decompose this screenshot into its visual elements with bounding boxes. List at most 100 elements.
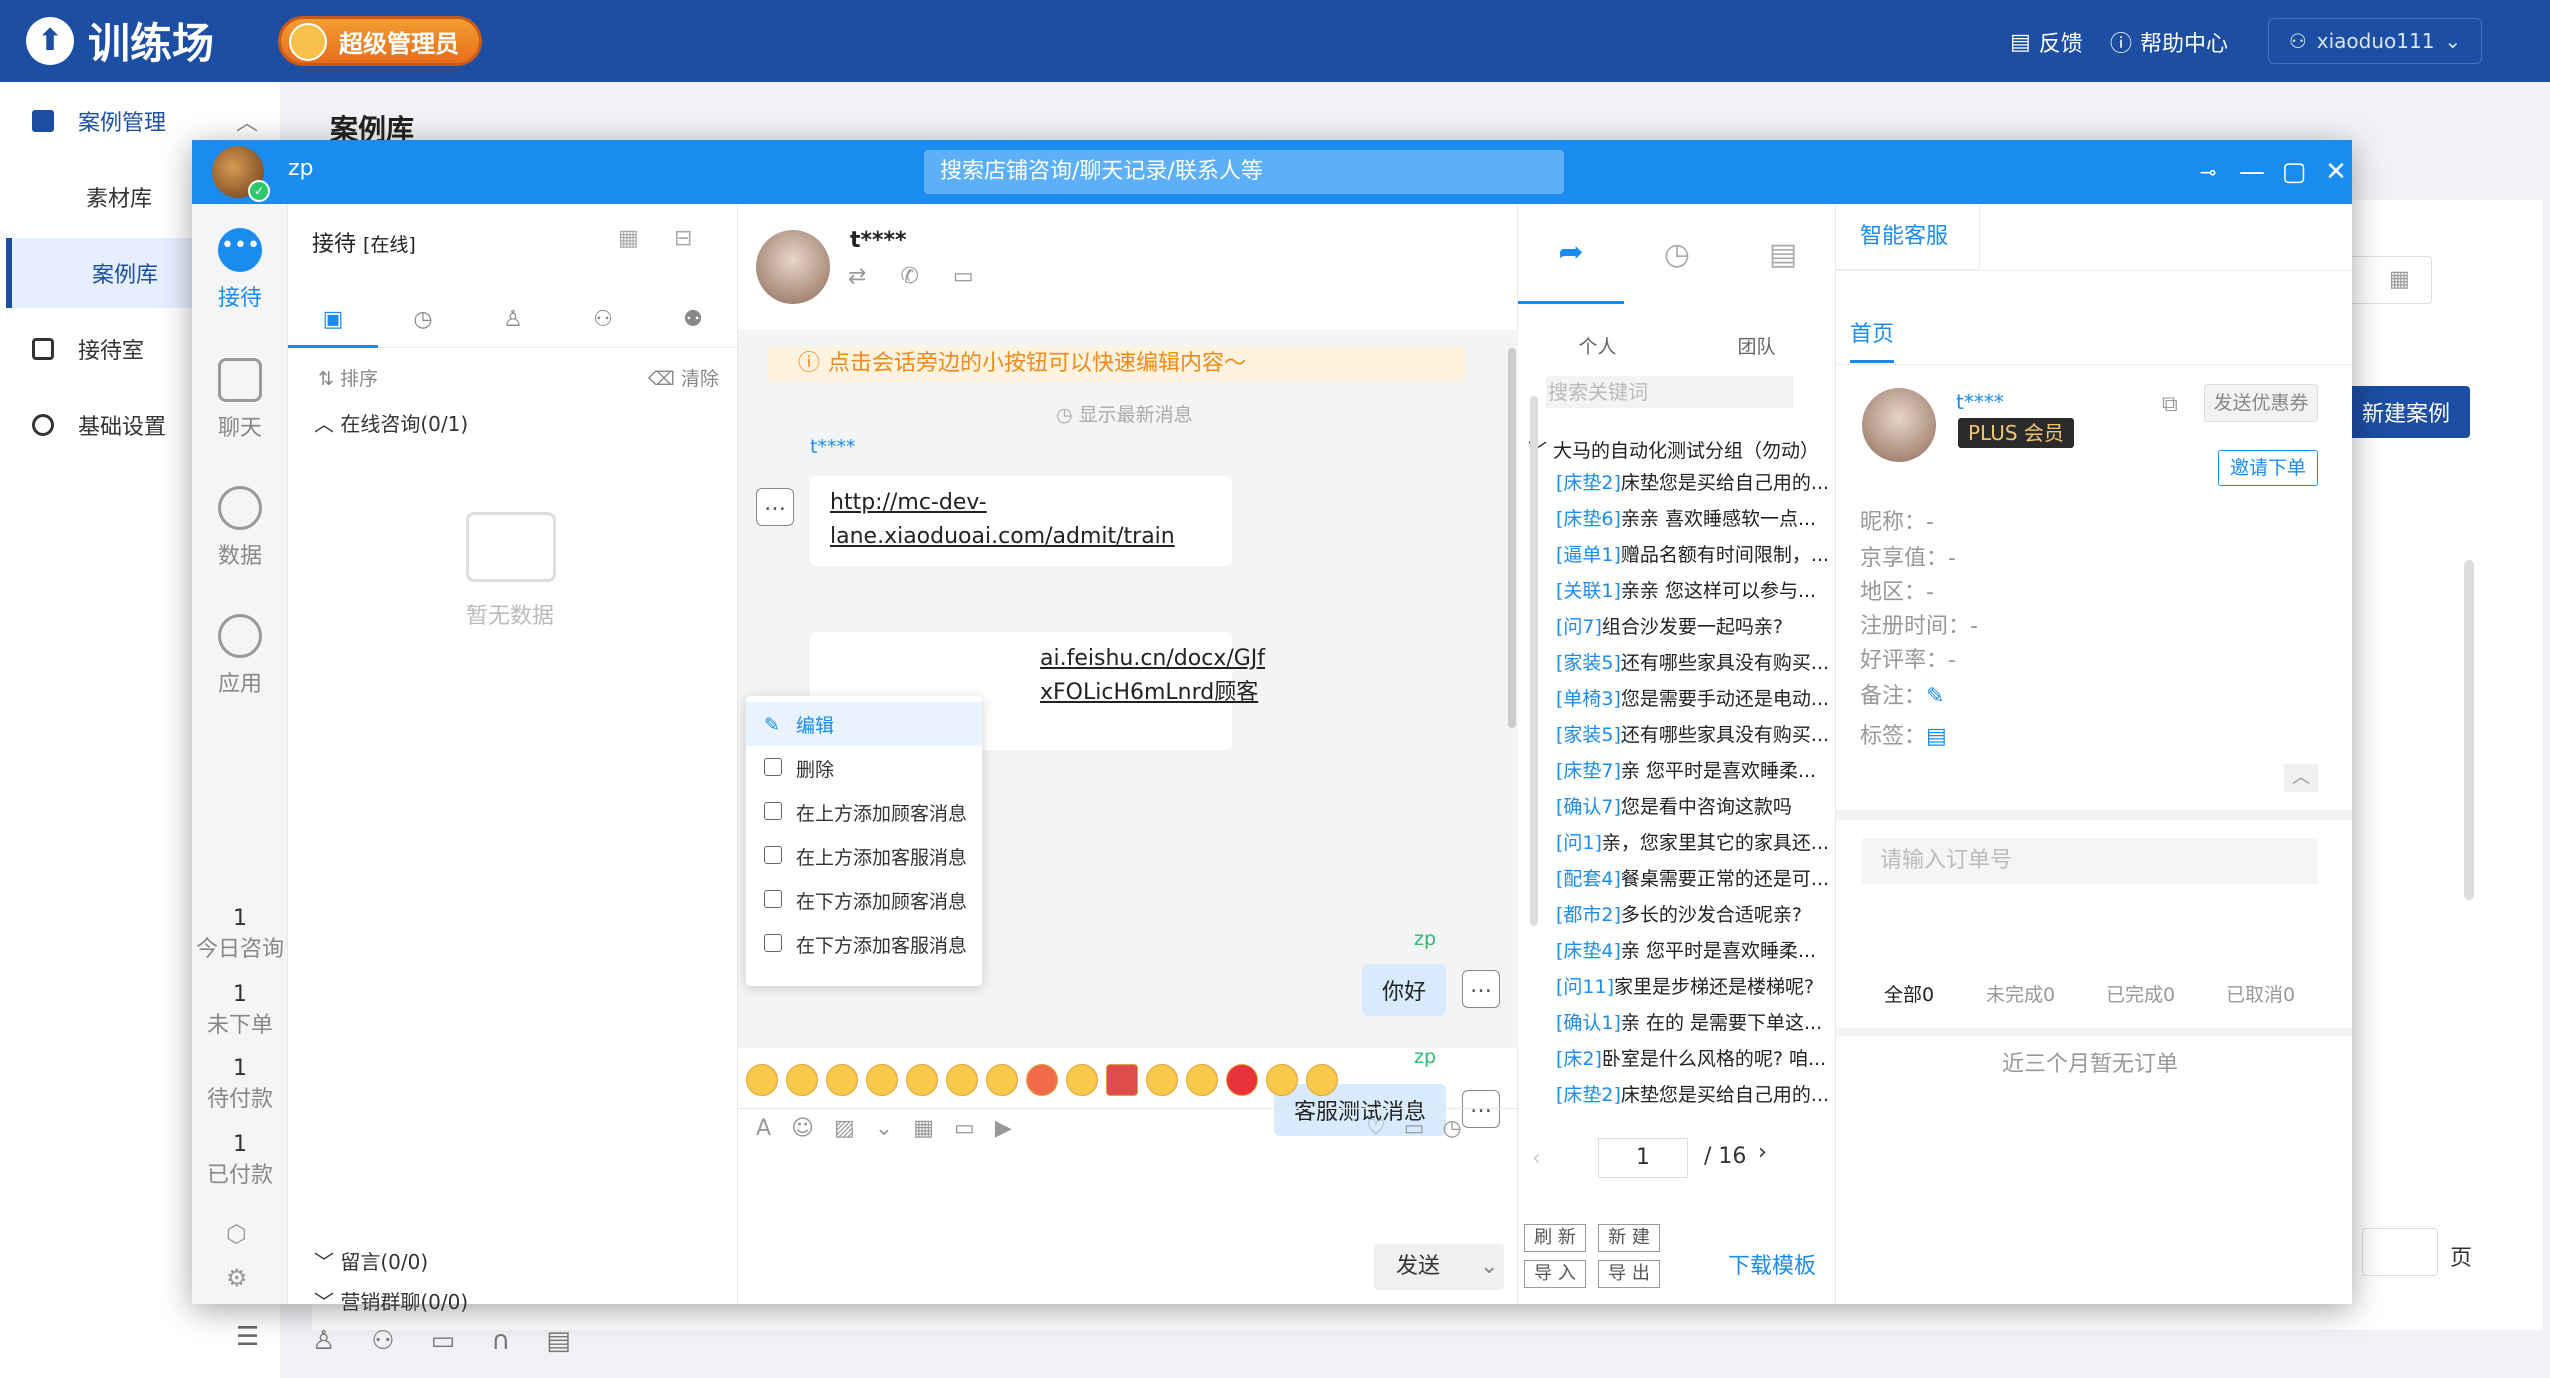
order-number-input[interactable]: 请输入订单号 xyxy=(1862,838,2318,884)
clock-icon[interactable]: ◷ xyxy=(1624,204,1730,304)
agent-message[interactable]: 你好 xyxy=(1362,964,1447,1016)
calendar-add-icon[interactable]: ▦ xyxy=(618,226,639,251)
sort-button[interactable]: ⇅ 排序 xyxy=(318,364,378,391)
emoji-icon[interactable] xyxy=(1066,1064,1098,1096)
cube-icon[interactable]: ⬡ xyxy=(226,1220,247,1248)
scope-personal[interactable]: 个人 xyxy=(1518,332,1677,359)
emoji-icon[interactable] xyxy=(906,1064,938,1096)
new-reply-button[interactable]: 新 建 xyxy=(1598,1224,1660,1252)
tab-home[interactable]: 首页 xyxy=(1850,316,1895,363)
reply-item[interactable]: [家装5]还有哪些家具没有购买... xyxy=(1556,648,1836,675)
reply-item[interactable]: [问11]家里是步梯还是楼梯呢? xyxy=(1556,972,1836,999)
smart-service-title[interactable]: 智能客服 xyxy=(1836,204,1980,270)
keyword-search-input[interactable]: 搜索关键词 xyxy=(1546,376,1794,408)
font-icon[interactable]: A xyxy=(756,1116,771,1141)
emoji-icon[interactable] xyxy=(1266,1064,1298,1096)
tab-history[interactable]: ◷ xyxy=(378,292,468,347)
tag-add-icon[interactable]: ▤ xyxy=(1926,724,1947,749)
show-latest-link[interactable]: ◷ 显示最新消息 xyxy=(1056,400,1193,427)
video-icon[interactable]: ▶ xyxy=(995,1116,1012,1141)
scrollbar[interactable] xyxy=(1530,396,1538,926)
reply-item[interactable]: [床垫6]亲亲 喜欢睡感软一点... xyxy=(1556,504,1836,531)
reply-item[interactable]: [关联1]亲亲 您这样可以参与... xyxy=(1556,576,1836,603)
monitor-icon[interactable]: ▭ xyxy=(431,1326,456,1356)
customer-avatar[interactable] xyxy=(756,230,830,304)
import-button[interactable]: 导 入 xyxy=(1524,1260,1586,1288)
thumbs-up-icon[interactable] xyxy=(1146,1064,1178,1096)
inbox-icon[interactable]: ⊟ xyxy=(674,226,692,251)
menu-add-agent-below[interactable]: 在下方添加客服消息 xyxy=(746,922,982,966)
rail-apps[interactable]: 应用 xyxy=(192,614,288,698)
invite-order-button[interactable]: 邀请下单 xyxy=(2218,450,2318,486)
feedback-link[interactable]: ▤ 反馈 xyxy=(2010,26,2083,58)
scrollbar[interactable] xyxy=(2464,560,2474,900)
emoji-icon[interactable] xyxy=(786,1064,818,1096)
reply-item[interactable]: [床垫2]床垫您是买给自己用的... xyxy=(1556,1080,1836,1107)
message-more-button[interactable]: … xyxy=(756,488,794,526)
menu-add-customer-above[interactable]: 在上方添加顾客消息 xyxy=(746,790,982,834)
agent-avatar[interactable]: ✓ xyxy=(212,146,270,202)
reply-item[interactable]: [配套4]餐桌需要正常的还是可... xyxy=(1556,864,1836,891)
tab-contacts[interactable]: ♙ xyxy=(468,292,558,347)
page-jump-input[interactable] xyxy=(2362,1228,2438,1276)
new-case-button[interactable]: 新建案例 xyxy=(2342,386,2470,438)
app-logo[interactable]: ⬆ 训练场 xyxy=(26,10,214,71)
screenshot-icon[interactable]: ▦ xyxy=(913,1116,934,1141)
maximize-icon[interactable]: ▢ xyxy=(2278,156,2310,188)
reply-item[interactable]: [都市2]多长的沙发合适呢亲? xyxy=(1556,900,1836,927)
image-icon[interactable]: ▨ xyxy=(834,1116,855,1141)
next-page-icon[interactable]: › xyxy=(1758,1140,1767,1165)
marketing-group[interactable]: ﹀ 营销群聊(0/0) xyxy=(314,1286,468,1315)
global-search-input[interactable]: 搜索店铺咨询/聊天记录/联系人等 xyxy=(924,150,1564,194)
reply-item[interactable]: [逼单1]赠品名额有时间限制，... xyxy=(1556,540,1836,567)
emoji-icon[interactable] xyxy=(986,1064,1018,1096)
close-icon[interactable]: ✕ xyxy=(2320,156,2352,188)
emoji-icon[interactable] xyxy=(1306,1064,1338,1096)
tab-chatting[interactable]: ▣ xyxy=(288,292,378,348)
reply-item[interactable]: [问1]亲，您家里其它的家具还... xyxy=(1556,828,1836,855)
heart-outline-icon[interactable]: ♡ xyxy=(1366,1116,1386,1141)
message-square-icon[interactable]: ▭ xyxy=(953,264,974,289)
user-circle-icon[interactable]: ⚇ xyxy=(371,1326,394,1356)
emoji-icon[interactable] xyxy=(1186,1064,1218,1096)
copy-icon[interactable]: ⧉ xyxy=(2162,392,2178,417)
export-button[interactable]: 导 出 xyxy=(1598,1260,1660,1288)
send-coupon-button[interactable]: 发送优惠券 xyxy=(2204,384,2318,422)
rail-reception[interactable]: ••• 接待 xyxy=(192,228,288,312)
scrollbar[interactable] xyxy=(1508,348,1516,728)
phone-icon[interactable]: ✆ xyxy=(900,264,918,289)
chat-history-icon[interactable]: ▭ xyxy=(1404,1116,1425,1141)
heart-icon[interactable] xyxy=(1226,1064,1258,1096)
page-input[interactable]: 1 xyxy=(1598,1138,1688,1178)
rail-chat[interactable]: 聊天 xyxy=(192,358,288,442)
menu-delete[interactable]: 删除 xyxy=(746,746,982,790)
date-picker[interactable]: ▦ xyxy=(2342,256,2432,304)
pin-icon[interactable]: ⊸ xyxy=(2192,156,2224,188)
prev-page-icon[interactable]: ‹ xyxy=(1532,1146,1541,1171)
emoji-icon[interactable] xyxy=(746,1064,778,1096)
reply-item[interactable]: [确认7]您是看中咨询这款吗 xyxy=(1556,792,1836,819)
user-list-icon[interactable]: ♙ xyxy=(312,1326,335,1356)
menu-edit[interactable]: ✎ 编辑 xyxy=(746,702,982,746)
tab-team[interactable]: ⚉ xyxy=(648,292,738,347)
send-button[interactable]: 发送 ⌄ xyxy=(1374,1244,1504,1290)
smile-icon[interactable]: ☺ xyxy=(791,1116,814,1141)
reply-item[interactable]: [床垫2]床垫您是买给自己用的... xyxy=(1556,468,1836,495)
rose-icon[interactable] xyxy=(1106,1064,1138,1096)
order-tab-all[interactable]: 全部0 xyxy=(1884,980,1934,1007)
folder-icon[interactable]: ▤ xyxy=(1730,204,1836,304)
rail-data[interactable]: 数据 xyxy=(192,486,288,570)
download-template-link[interactable]: 下载模板 xyxy=(1728,1248,1816,1280)
reply-item[interactable]: [确认1]亲 在的 是需要下单这... xyxy=(1556,1008,1836,1035)
order-tab-finished[interactable]: 已完成0 xyxy=(2106,980,2175,1007)
clock-icon[interactable]: ◷ xyxy=(1443,1116,1462,1141)
chevron-down-icon[interactable]: ⌄ xyxy=(1480,1244,1498,1290)
message-group[interactable]: ﹀ 留言(0/0) xyxy=(314,1246,428,1275)
menu-add-agent-above[interactable]: 在上方添加客服消息 xyxy=(746,834,982,878)
minimize-icon[interactable]: — xyxy=(2236,156,2268,188)
emoji-icon[interactable] xyxy=(866,1064,898,1096)
emoji-icon[interactable] xyxy=(1026,1064,1058,1096)
emoji-icon[interactable] xyxy=(826,1064,858,1096)
user-menu[interactable]: ⚇ xiaoduo111 ⌄ xyxy=(2268,18,2482,64)
dropdown-icon[interactable]: ⌄ xyxy=(875,1116,893,1141)
